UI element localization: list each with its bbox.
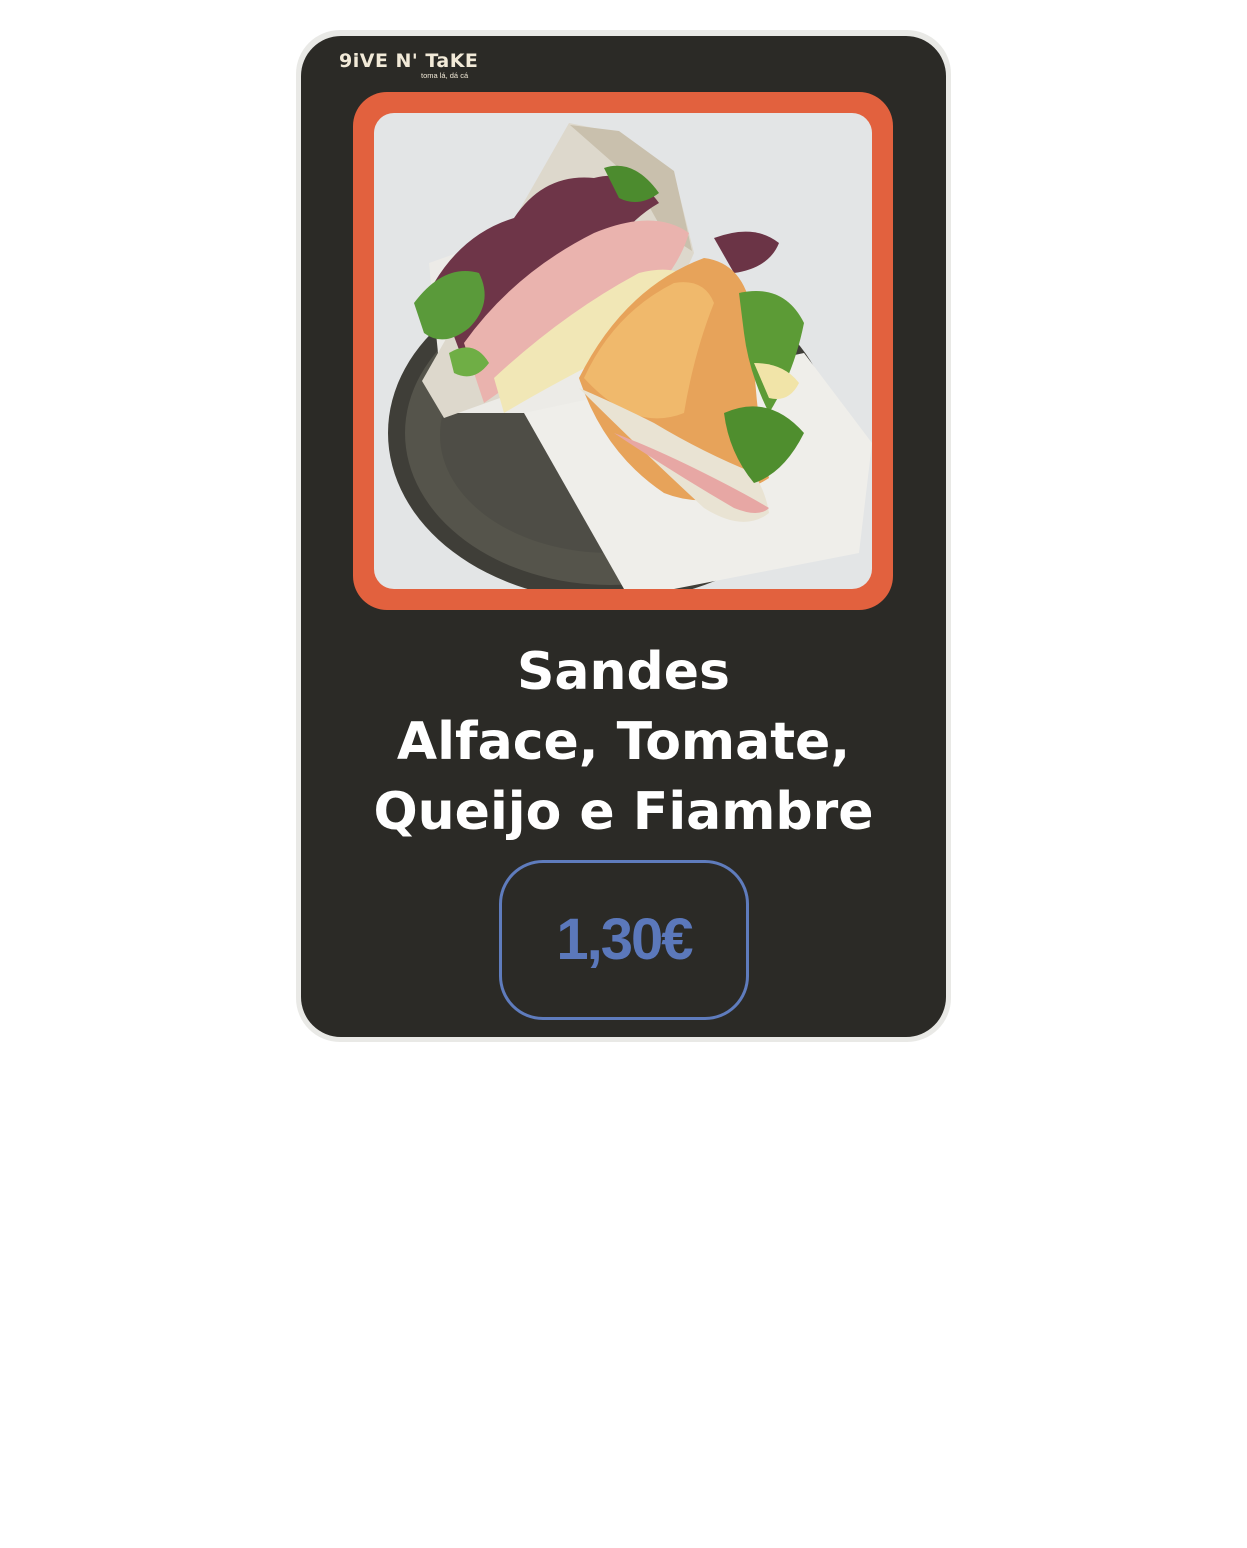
sandwich-image	[388, 123, 872, 589]
title-line-1: Sandes	[516, 642, 730, 702]
title-line-3: Queijo e Fiambre	[373, 782, 874, 842]
brand-name: 9iVE N' TaKE	[339, 50, 479, 72]
price-label: 1,30€	[556, 907, 693, 972]
title-line-2: Alface, Tomate,	[396, 712, 851, 772]
brand-logo: 9iVE N' TaKE toma lá, dá cá	[339, 50, 484, 84]
product-title: Sandes Alface, Tomate, Queijo e Fiambre	[301, 637, 946, 847]
price-badge: 1,30€	[499, 860, 749, 1020]
brand-tagline: toma lá, dá cá	[421, 71, 469, 80]
product-photo	[374, 113, 872, 589]
